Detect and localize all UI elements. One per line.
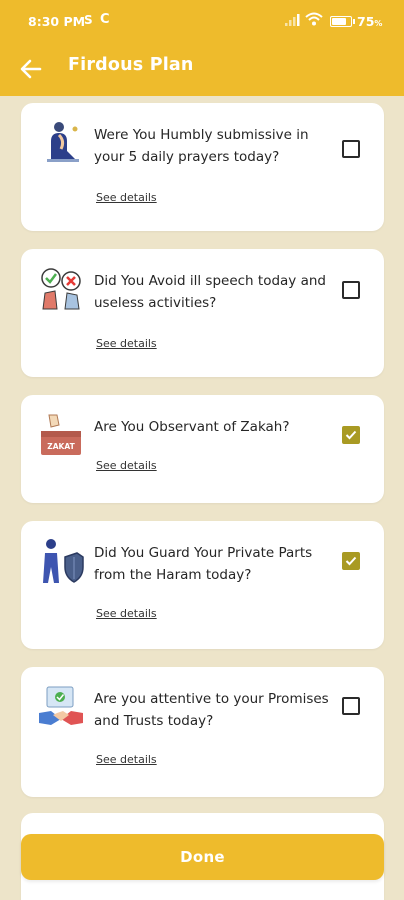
completion-checkbox[interactable] (342, 140, 360, 158)
question-text: Did You Avoid ill speech today and usele… (94, 273, 326, 311)
completion-checkbox[interactable] (342, 281, 360, 299)
zakah-box-icon: ZAKAT (41, 414, 81, 455)
back-arrow-icon[interactable] (18, 56, 44, 82)
see-details-link[interactable]: See details (96, 191, 157, 204)
battery-icon (330, 16, 355, 27)
signal-icon (285, 14, 300, 26)
plan-item-card: Did You Avoid ill speech today and usele… (21, 249, 384, 377)
plan-item-card: ZAKAT Are You Observant of Zakah? See de… (21, 395, 384, 503)
plan-list[interactable]: Were You Humbly submissive in your 5 dai… (0, 96, 404, 900)
check-icon (345, 556, 357, 566)
done-button[interactable]: Done (21, 834, 384, 880)
plan-item-card: Did You Guard Your Private Parts from th… (21, 521, 384, 649)
sim-icon: S (84, 13, 93, 27)
guard-shield-icon (43, 539, 84, 583)
question-text: Were You Humbly submissive in your 5 dai… (94, 127, 309, 165)
svg-text:ZAKAT: ZAKAT (47, 442, 75, 451)
status-bar: 8:30 PM S C 75% (0, 0, 404, 44)
plan-item-card: Were You Humbly submissive in your 5 dai… (21, 103, 384, 231)
question-text: Are You Observant of Zakah? (94, 419, 290, 435)
plan-item-card: Are you attentive to your Promises and T… (21, 667, 384, 797)
app-bar: Firdous Plan (0, 44, 404, 96)
see-details-link[interactable]: See details (96, 337, 157, 350)
question-text: Did You Guard Your Private Parts from th… (94, 545, 313, 583)
completion-checkbox[interactable] (342, 552, 360, 570)
see-details-link[interactable]: See details (96, 753, 157, 766)
see-details-link[interactable]: See details (96, 459, 157, 472)
wifi-icon (305, 12, 323, 26)
completion-checkbox[interactable] (342, 697, 360, 715)
check-icon (345, 430, 357, 440)
see-details-link[interactable]: See details (96, 607, 157, 620)
avoid-speech-icon (41, 268, 81, 310)
prayer-icon (47, 122, 79, 162)
battery-percent: 75% (357, 14, 383, 29)
handshake-icon (39, 686, 83, 725)
page-title: Firdous Plan (68, 55, 194, 75)
status-time: 8:30 PM (28, 14, 86, 29)
completion-checkbox[interactable] (342, 426, 360, 444)
question-text: Are you attentive to your Promises and T… (94, 691, 329, 729)
sync-icon: C (100, 12, 110, 27)
